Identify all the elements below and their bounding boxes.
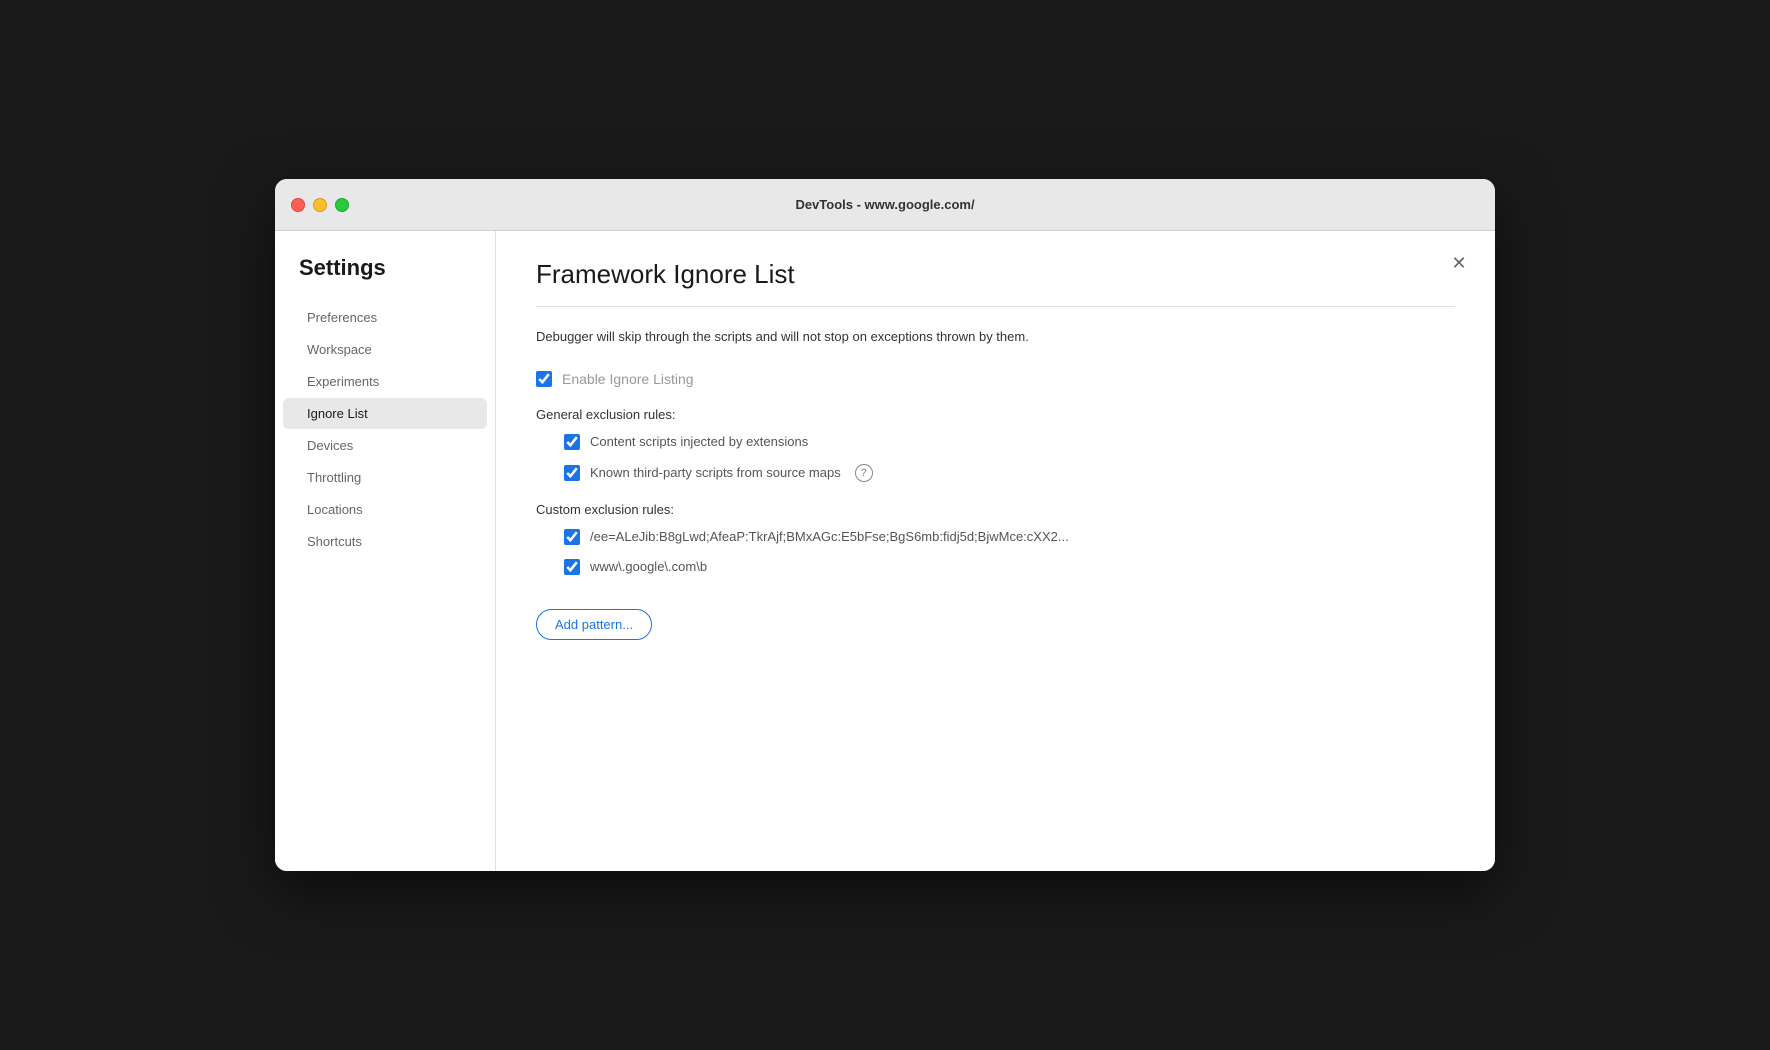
divider [536, 306, 1455, 307]
titlebar-title: DevTools - www.google.com/ [795, 197, 974, 212]
page-title: Framework Ignore List [536, 259, 1455, 290]
sidebar-item-ignore-list[interactable]: Ignore List [283, 398, 487, 429]
main-content: ✕ Framework Ignore List Debugger will sk… [495, 231, 1495, 871]
custom-section-label: Custom exclusion rules: [536, 502, 1455, 517]
maximize-traffic-light[interactable] [335, 198, 349, 212]
content-scripts-row: Content scripts injected by extensions [564, 434, 1455, 450]
general-section-label: General exclusion rules: [536, 407, 1455, 422]
third-party-scripts-row: Known third-party scripts from source ma… [564, 464, 1455, 482]
sidebar-item-shortcuts[interactable]: Shortcuts [283, 526, 487, 557]
traffic-lights [291, 198, 349, 212]
sidebar-item-experiments[interactable]: Experiments [283, 366, 487, 397]
custom-rule-2-checkbox[interactable] [564, 559, 580, 575]
sidebar: Settings Preferences Workspace Experimen… [275, 231, 495, 871]
content-scripts-checkbox[interactable] [564, 434, 580, 450]
sidebar-item-preferences[interactable]: Preferences [283, 302, 487, 333]
window-body: Settings Preferences Workspace Experimen… [275, 231, 1495, 871]
close-traffic-light[interactable] [291, 198, 305, 212]
enable-ignore-listing-row: Enable Ignore Listing [536, 371, 1455, 387]
add-pattern-button[interactable]: Add pattern... [536, 609, 652, 640]
custom-rule-1-checkbox[interactable] [564, 529, 580, 545]
sidebar-item-devices[interactable]: Devices [283, 430, 487, 461]
content-scripts-label: Content scripts injected by extensions [590, 434, 808, 449]
sidebar-item-workspace[interactable]: Workspace [283, 334, 487, 365]
close-button[interactable]: ✕ [1447, 251, 1471, 275]
minimize-traffic-light[interactable] [313, 198, 327, 212]
enable-ignore-listing-checkbox[interactable] [536, 371, 552, 387]
custom-rule-1-row: /ee=ALeJib:B8gLwd;AfeaP:TkrAjf;BMxAGc:E5… [564, 529, 1455, 545]
devtools-window: DevTools - www.google.com/ Settings Pref… [275, 179, 1495, 871]
custom-rule-1-label: /ee=ALeJib:B8gLwd;AfeaP:TkrAjf;BMxAGc:E5… [590, 529, 1069, 544]
third-party-scripts-label: Known third-party scripts from source ma… [590, 465, 841, 480]
custom-rule-2-label: www\.google\.com\b [590, 559, 707, 574]
enable-ignore-listing-label[interactable]: Enable Ignore Listing [562, 371, 694, 387]
titlebar: DevTools - www.google.com/ [275, 179, 1495, 231]
settings-heading: Settings [275, 255, 495, 301]
description: Debugger will skip through the scripts a… [536, 327, 1455, 347]
sidebar-item-locations[interactable]: Locations [283, 494, 487, 525]
sidebar-item-throttling[interactable]: Throttling [283, 462, 487, 493]
custom-rule-2-row: www\.google\.com\b [564, 559, 1455, 575]
third-party-scripts-checkbox[interactable] [564, 465, 580, 481]
help-icon[interactable]: ? [855, 464, 873, 482]
